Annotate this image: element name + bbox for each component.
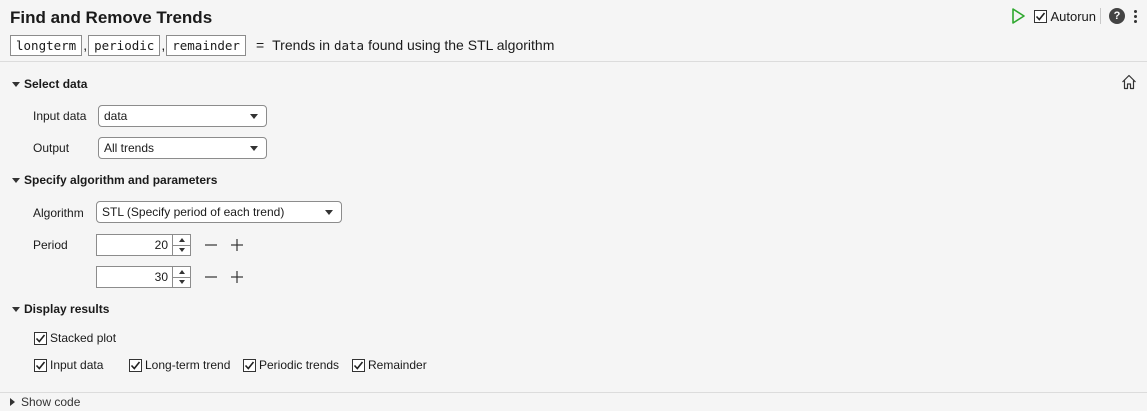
section-title: Display results [24, 302, 110, 316]
summary-text-before: Trends in [272, 37, 330, 53]
increment-button[interactable] [173, 235, 190, 245]
section-select-data[interactable]: Select data [12, 77, 87, 91]
long-term-label: Long-term trend [145, 358, 231, 372]
spinner-buttons [172, 235, 190, 255]
input-data-option[interactable]: Input data [34, 358, 103, 372]
periodic-label: Periodic trends [259, 358, 340, 372]
periodic-checkbox[interactable] [243, 358, 256, 372]
help-icon[interactable]: ? [1109, 8, 1125, 24]
chevron-down-icon [250, 146, 258, 151]
checkmark-icon [244, 361, 255, 370]
equals-sign: = [255, 37, 265, 53]
section-algorithm[interactable]: Specify algorithm and parameters [12, 173, 217, 187]
collapse-icon [12, 306, 20, 312]
toolbar-divider [1100, 8, 1101, 24]
output-var-periodic[interactable]: periodic [88, 34, 161, 56]
stacked-plot-option[interactable]: Stacked plot [34, 331, 116, 345]
output-dropdown[interactable]: All trends [98, 137, 267, 159]
remove-period-icon[interactable] [204, 270, 218, 284]
task-header: Find and Remove Trends longterm , period… [0, 0, 1147, 62]
arrow-down-icon [178, 248, 185, 253]
stacked-plot-checkbox[interactable] [34, 331, 47, 345]
section-display-results[interactable]: Display results [12, 302, 109, 316]
decrement-button[interactable] [173, 244, 190, 256]
expand-icon [10, 398, 15, 406]
spinner-buttons [172, 267, 190, 287]
decrement-button[interactable] [173, 276, 190, 288]
remainder-option[interactable]: Remainder [352, 358, 427, 372]
autorun-checkbox[interactable] [1034, 9, 1048, 23]
chevron-down-icon [250, 114, 258, 119]
more-options-icon[interactable] [1133, 9, 1137, 23]
show-code-toggle[interactable]: Show code [0, 392, 1147, 411]
checkmark-icon [1036, 12, 1046, 21]
summary-text-after: found using the STL algorithm [368, 37, 555, 53]
remainder-checkbox[interactable] [352, 358, 365, 372]
long-term-checkbox[interactable] [129, 358, 142, 372]
period-label: Period [33, 238, 68, 252]
autorun-label: Autorun [1050, 8, 1096, 24]
add-period-icon[interactable] [230, 238, 244, 252]
period-value[interactable]: 20 [97, 235, 172, 255]
output-label: Output [33, 141, 70, 155]
input-data-check-label: Input data [50, 358, 104, 372]
run-icon[interactable] [1011, 8, 1026, 24]
increment-button[interactable] [173, 267, 190, 277]
dropdown-value: STL (Specify period of each trend) [102, 205, 285, 219]
summary-input-var: data [333, 37, 365, 53]
period-spinner-2[interactable]: 30 [96, 266, 191, 288]
task-summary: longterm , periodic , remainder = Trends… [10, 34, 554, 56]
collapse-icon [12, 81, 20, 87]
remainder-label: Remainder [368, 358, 427, 372]
checkmark-icon [35, 361, 46, 370]
stacked-plot-label: Stacked plot [50, 331, 117, 345]
period-spinner-1[interactable]: 20 [96, 234, 191, 256]
input-data-checkbox[interactable] [34, 358, 47, 372]
add-period-icon[interactable] [230, 270, 244, 284]
section-title: Select data [24, 77, 88, 91]
show-code-label: Show code [21, 395, 81, 409]
algorithm-label: Algorithm [33, 206, 84, 220]
output-var-remainder[interactable]: remainder [166, 34, 246, 56]
input-data-dropdown[interactable]: data [98, 105, 267, 127]
period-value[interactable]: 30 [97, 267, 172, 287]
checkmark-icon [35, 334, 46, 343]
arrow-up-icon [178, 269, 185, 274]
comma: , [161, 37, 166, 53]
dropdown-value: All trends [104, 141, 155, 155]
section-title: Specify algorithm and parameters [24, 173, 218, 187]
collapse-icon [12, 177, 20, 183]
input-data-label: Input data [33, 109, 87, 123]
comma: , [83, 37, 88, 53]
long-term-option[interactable]: Long-term trend [129, 358, 230, 372]
arrow-up-icon [178, 237, 185, 242]
home-icon[interactable] [1120, 73, 1138, 91]
chevron-down-icon [325, 210, 333, 215]
task-toolbar: Autorun ? [1011, 6, 1137, 26]
checkmark-icon [130, 361, 141, 370]
task-title: Find and Remove Trends [10, 8, 213, 27]
algorithm-dropdown[interactable]: STL (Specify period of each trend) [96, 201, 342, 223]
dropdown-value: data [104, 109, 128, 123]
arrow-down-icon [178, 280, 185, 285]
periodic-option[interactable]: Periodic trends [243, 358, 339, 372]
checkmark-icon [353, 361, 364, 370]
remove-period-icon[interactable] [204, 238, 218, 252]
output-var-longterm[interactable]: longterm [10, 34, 83, 56]
